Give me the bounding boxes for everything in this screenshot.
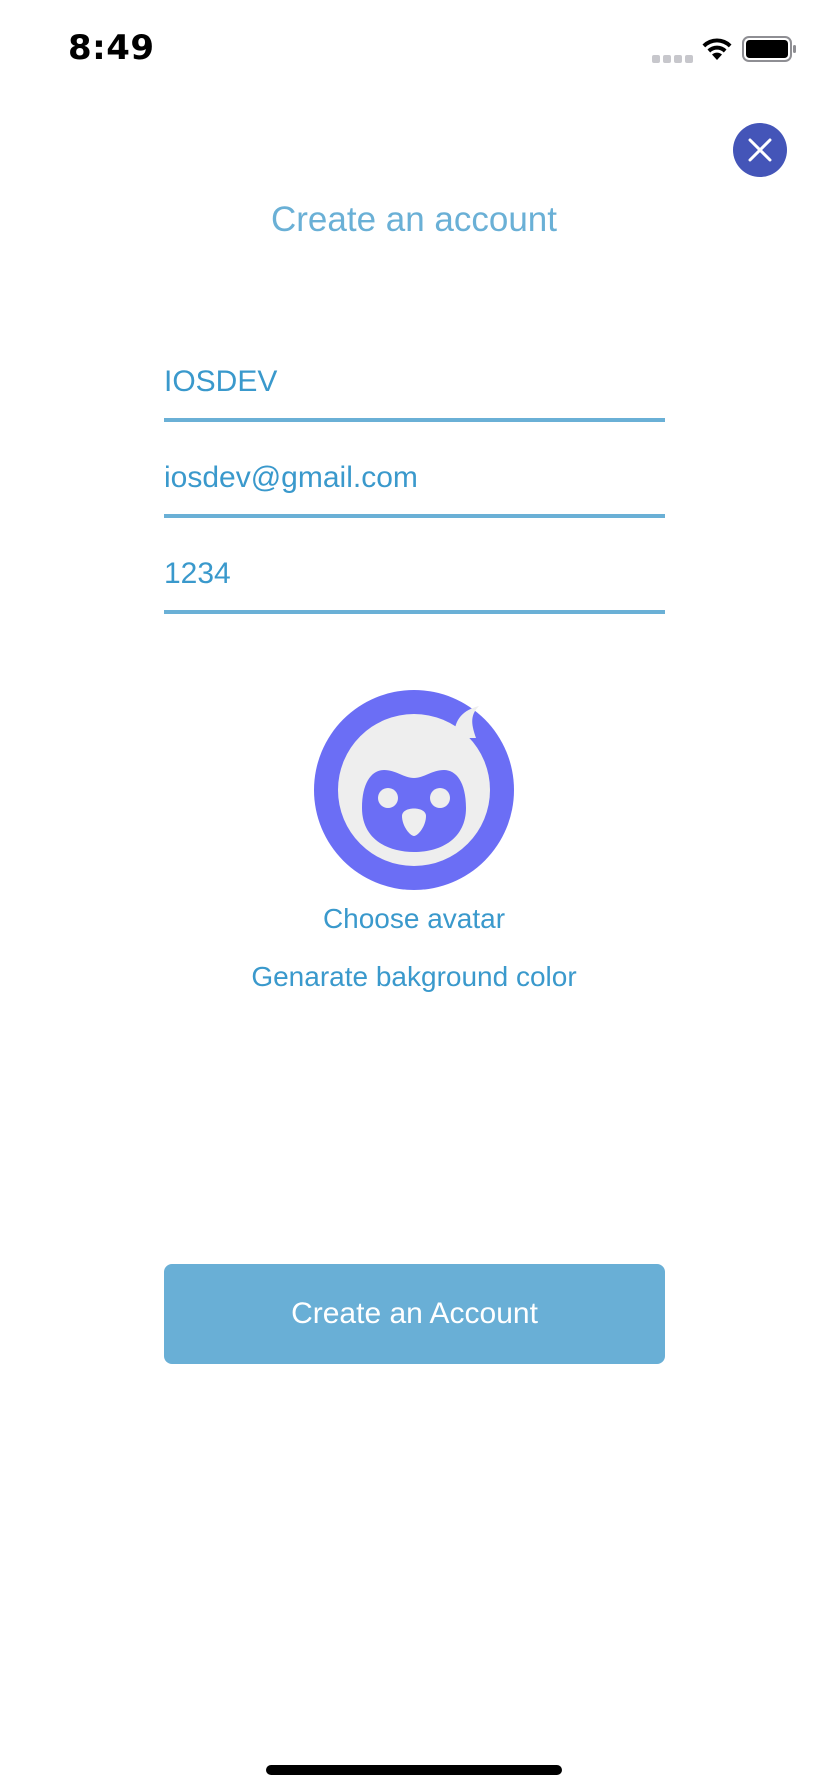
password-field[interactable] — [164, 544, 665, 604]
close-icon — [748, 138, 772, 162]
password-underline — [164, 610, 665, 614]
username-field-container — [164, 352, 665, 422]
email-underline — [164, 514, 665, 518]
email-field-container — [164, 448, 665, 518]
password-field-container — [164, 544, 665, 614]
username-underline — [164, 418, 665, 422]
create-account-button[interactable]: Create an Account — [164, 1264, 665, 1364]
close-button[interactable] — [733, 123, 787, 177]
avatar[interactable] — [314, 690, 514, 890]
status-bar: 8:49 — [0, 0, 828, 100]
username-field[interactable] — [164, 352, 665, 412]
generate-background-color-button[interactable]: Genarate bakground color — [0, 961, 828, 993]
status-time: 8:49 — [68, 28, 155, 68]
choose-avatar-button[interactable]: Choose avatar — [0, 903, 828, 935]
page-title: Create an account — [270, 200, 557, 239]
battery-icon — [742, 36, 796, 62]
penguin-avatar-icon — [338, 706, 490, 866]
wifi-icon — [702, 38, 732, 60]
home-indicator — [266, 1765, 562, 1775]
email-field[interactable] — [164, 448, 665, 508]
